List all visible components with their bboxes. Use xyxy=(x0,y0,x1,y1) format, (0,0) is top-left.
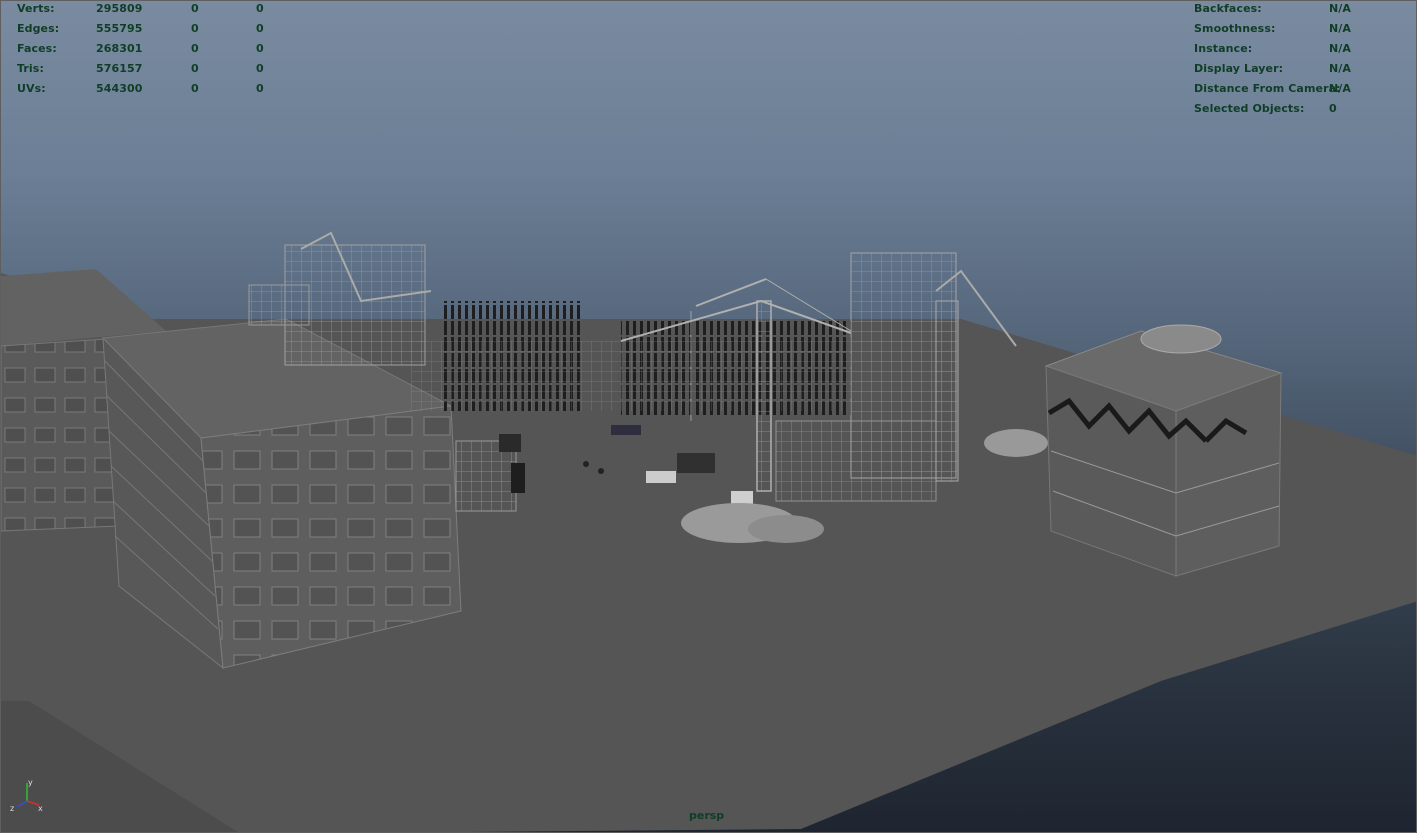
perspective-viewport[interactable]: Verts: 295809 0 0 Edges: 555795 0 0 Face… xyxy=(0,0,1417,833)
hud-row-selected-objects: Selected Objects: 0 xyxy=(1194,99,1394,119)
stat-selected: 0 xyxy=(191,82,199,95)
stat-component: 0 xyxy=(256,2,264,15)
info-label: Backfaces: xyxy=(1194,2,1262,15)
info-label: Distance From Camera: xyxy=(1194,82,1341,95)
stat-component: 0 xyxy=(256,82,264,95)
stat-total: 576157 xyxy=(96,62,143,75)
stat-total: 268301 xyxy=(96,42,143,55)
axis-y-label: y xyxy=(28,778,33,787)
stat-label: Edges: xyxy=(17,22,60,35)
info-value: N/A xyxy=(1329,62,1352,75)
info-value: 0 xyxy=(1329,102,1337,115)
hud-poly-count: Verts: 295809 0 0 Edges: 555795 0 0 Face… xyxy=(17,1,277,99)
info-value: N/A xyxy=(1329,42,1352,55)
stat-total: 544300 xyxy=(96,82,143,95)
info-value: N/A xyxy=(1329,82,1352,95)
info-label: Instance: xyxy=(1194,42,1253,55)
hud-row-verts: Verts: 295809 0 0 xyxy=(17,1,277,19)
stat-selected: 0 xyxy=(191,2,199,15)
hud-row-edges: Edges: 555795 0 0 xyxy=(17,19,277,39)
stat-selected: 0 xyxy=(191,22,199,35)
info-label: Smoothness: xyxy=(1194,22,1276,35)
scene-render[interactable] xyxy=(1,1,1417,833)
hud-row-faces: Faces: 268301 0 0 xyxy=(17,39,277,59)
hud-object-info: Backfaces: N/A Smoothness: N/A Instance:… xyxy=(1194,1,1394,119)
axis-z-label: z xyxy=(10,804,14,813)
hud-row-instance: Instance: N/A xyxy=(1194,39,1394,59)
stat-label: Verts: xyxy=(17,2,55,15)
info-value: N/A xyxy=(1329,22,1352,35)
axis-gizmo-icon: y x z xyxy=(10,778,43,813)
stat-label: Faces: xyxy=(17,42,57,55)
stat-component: 0 xyxy=(256,62,264,75)
right-tower-building xyxy=(1044,324,1283,577)
hud-row-uvs: UVs: 544300 0 0 xyxy=(17,79,277,99)
stat-selected: 0 xyxy=(191,42,199,55)
stat-selected: 0 xyxy=(191,62,199,75)
hud-row-backfaces: Backfaces: N/A xyxy=(1194,1,1394,19)
stat-label: UVs: xyxy=(17,82,46,95)
stat-component: 0 xyxy=(256,42,264,55)
stat-component: 0 xyxy=(256,22,264,35)
hud-row-display-layer: Display Layer: N/A xyxy=(1194,59,1394,79)
hud-row-tris: Tris: 576157 0 0 xyxy=(17,59,277,79)
stat-label: Tris: xyxy=(17,62,44,75)
stat-total: 555795 xyxy=(96,22,143,35)
info-label: Display Layer: xyxy=(1194,62,1284,75)
stat-total: 295809 xyxy=(96,2,143,15)
info-label: Selected Objects: xyxy=(1194,102,1305,115)
hud-row-distance-from-camera: Distance From Camera: N/A xyxy=(1194,79,1394,99)
axis-x-label: x xyxy=(38,804,43,813)
info-value: N/A xyxy=(1329,2,1352,15)
camera-name-label: persp xyxy=(689,809,725,822)
hud-row-smoothness: Smoothness: N/A xyxy=(1194,19,1394,39)
